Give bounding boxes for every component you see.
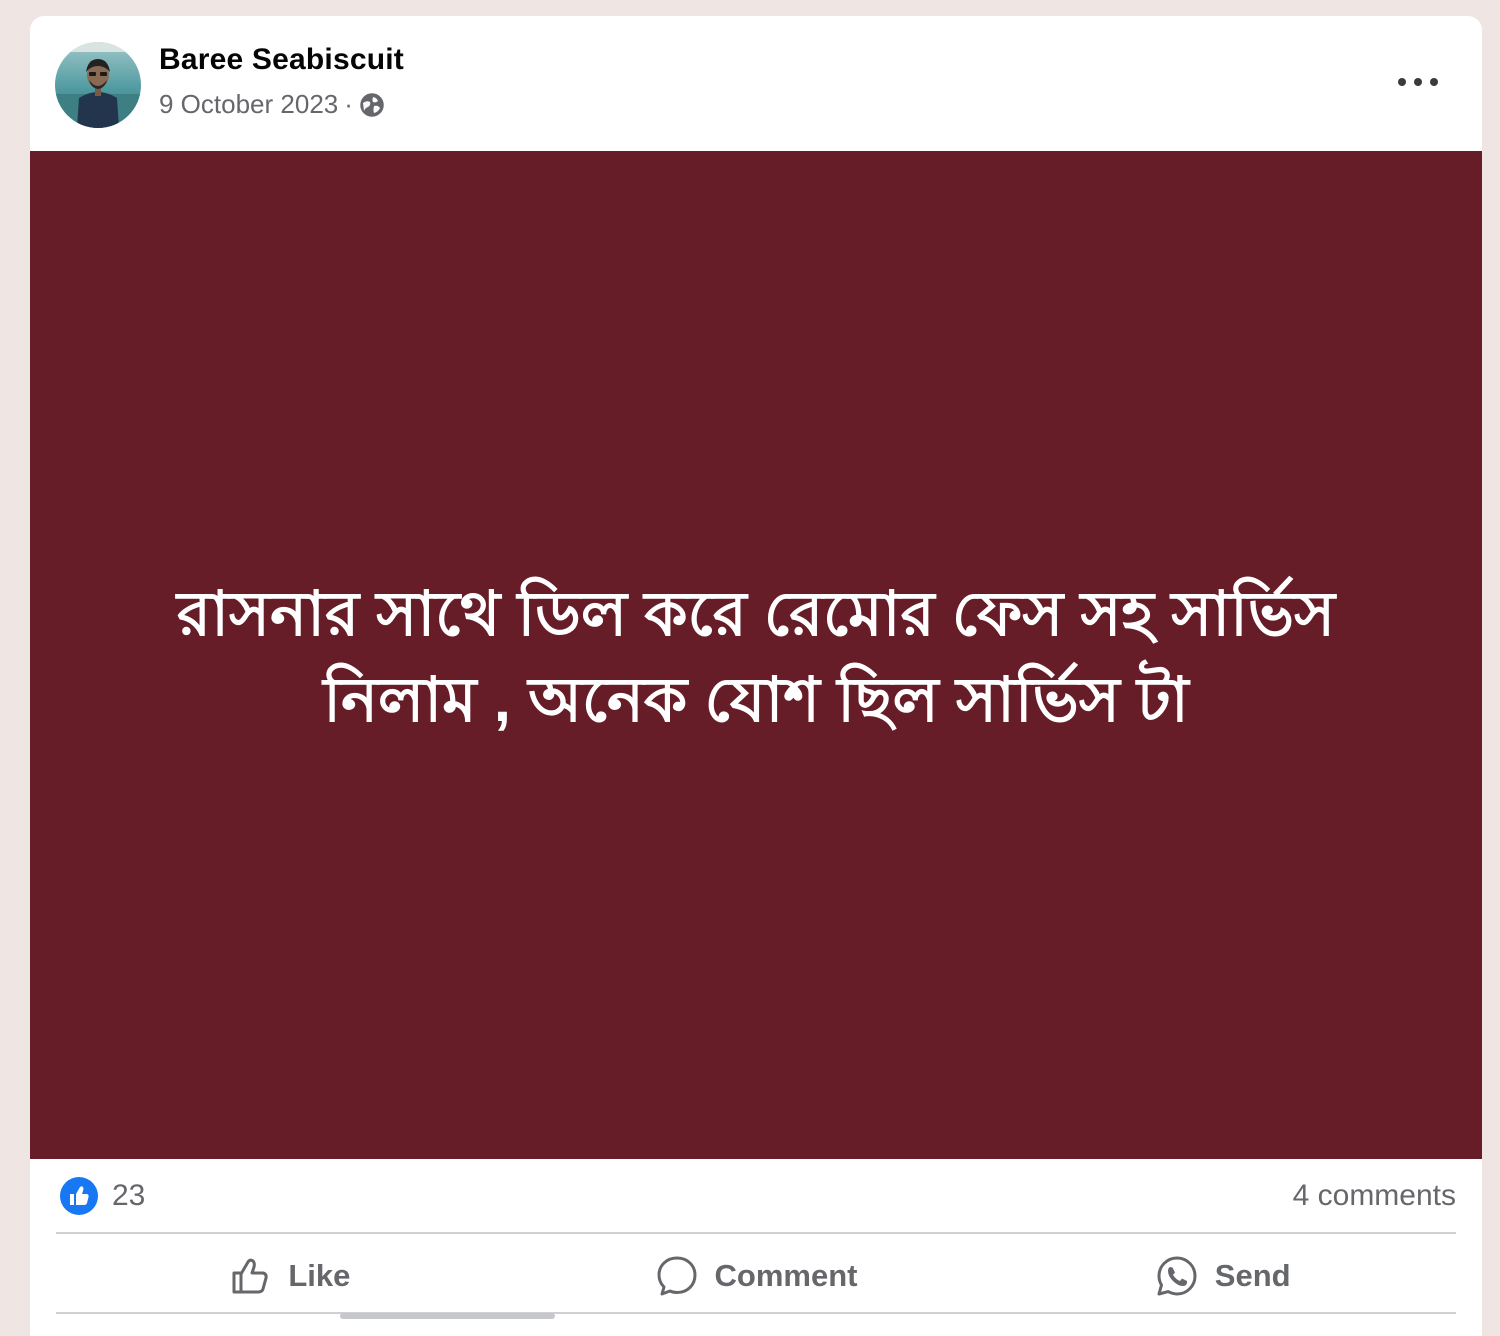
more-dot bbox=[1414, 78, 1422, 86]
like-label: Like bbox=[288, 1258, 351, 1293]
post-card: Baree Seabiscuit 9 October 2023 · রাসনার… bbox=[30, 16, 1482, 1336]
post-actions: Like Comment Send bbox=[56, 1235, 1456, 1317]
send-button[interactable]: Send bbox=[989, 1235, 1456, 1317]
author-name[interactable]: Baree Seabiscuit bbox=[159, 43, 404, 77]
author-avatar[interactable] bbox=[55, 42, 141, 128]
comment-bubble-icon bbox=[657, 1256, 697, 1296]
comments-count[interactable]: 4 comments bbox=[1293, 1179, 1456, 1213]
globe-icon[interactable] bbox=[359, 92, 385, 118]
comment-label: Comment bbox=[714, 1258, 858, 1293]
meta-separator: · bbox=[344, 89, 353, 119]
send-label: Send bbox=[1214, 1258, 1291, 1293]
more-dot bbox=[1430, 78, 1438, 86]
post-header: Baree Seabiscuit 9 October 2023 · bbox=[30, 16, 1482, 151]
post-meta: 9 October 2023 · bbox=[159, 89, 385, 120]
scroll-indicator[interactable] bbox=[340, 1313, 555, 1319]
like-button[interactable]: Like bbox=[56, 1235, 523, 1317]
whatsapp-icon bbox=[1157, 1256, 1197, 1296]
post-stats: 23 4 comments bbox=[30, 1159, 1482, 1233]
reaction-count[interactable]: 23 bbox=[112, 1179, 145, 1213]
comment-button[interactable]: Comment bbox=[523, 1235, 990, 1317]
more-options-button[interactable] bbox=[1398, 70, 1438, 94]
post-date[interactable]: 9 October 2023 bbox=[159, 89, 338, 120]
avatar-photo-icon bbox=[55, 42, 141, 128]
stats-divider bbox=[56, 1232, 1456, 1234]
thumbs-up-icon bbox=[232, 1258, 268, 1294]
more-dot bbox=[1398, 78, 1406, 86]
post-text-background[interactable]: রাসনার সাথে ডিল করে রেমোর ফেস সহ সার্ভিস… bbox=[30, 151, 1482, 1159]
like-reaction-icon[interactable] bbox=[59, 1176, 99, 1216]
post-text: রাসনার সাথে ডিল করে রেমোর ফেস সহ সার্ভিস… bbox=[176, 580, 1336, 735]
actions-divider bbox=[56, 1312, 1456, 1314]
